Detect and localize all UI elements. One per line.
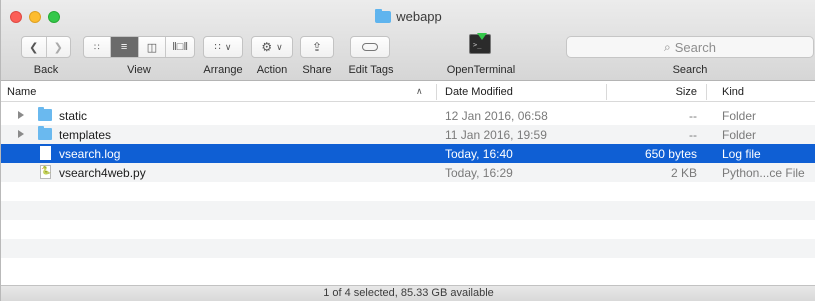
file-date: Today, 16:29: [445, 166, 513, 180]
column-size[interactable]: Size: [676, 86, 697, 98]
column-kind[interactable]: Kind: [722, 86, 744, 98]
file-row-vsearch4web[interactable]: vsearch4web.py Today, 16:29 2 KB Python.…: [1, 163, 815, 182]
gear-icon: ⚙: [261, 40, 273, 54]
column-name[interactable]: Name: [7, 86, 36, 98]
view-control: ∷ ≡ ◫ ‖□‖: [83, 36, 195, 58]
chevron-down-icon: ∨: [276, 41, 283, 52]
tag-icon: [362, 43, 378, 51]
file-kind: Python...ce File: [722, 166, 805, 180]
empty-row: [1, 239, 815, 258]
finder-window: webapp ❮ ❯ Back ∷ ≡ ◫ ‖□‖ View ∷ ∨ Arrang…: [0, 0, 815, 301]
file-date: 12 Jan 2016, 06:58: [445, 109, 548, 123]
search-field[interactable]: ⌕ Search: [566, 36, 814, 58]
folder-icon: [38, 107, 52, 121]
arrange-icon: ∷: [214, 41, 221, 53]
file-name: vsearch.log: [59, 147, 121, 161]
column-divider[interactable]: [606, 84, 607, 100]
column-divider[interactable]: [706, 84, 707, 100]
folder-icon: [375, 9, 392, 23]
file-name: templates: [59, 128, 112, 142]
grid-icon: ∷: [94, 41, 100, 52]
terminal-icon[interactable]: >_: [469, 33, 491, 54]
file-size: --: [689, 109, 697, 123]
file-size: --: [689, 128, 697, 142]
arrange-button[interactable]: ∷ ∨: [203, 36, 243, 58]
columns-icon: ◫: [146, 41, 158, 54]
share-label: Share: [302, 64, 332, 76]
status-text: 1 of 4 selected, 85.33 GB available: [323, 287, 494, 299]
empty-row: [1, 182, 815, 201]
edit-tags-label: Edit Tags: [348, 64, 394, 76]
file-name: vsearch4web.py: [59, 166, 146, 180]
column-header: Name ∧ Date Modified Size Kind: [1, 82, 815, 102]
folder-icon: [38, 126, 52, 140]
open-terminal-label: OpenTerminal: [446, 64, 516, 76]
back-label: Back: [33, 64, 59, 76]
file-size: 2 KB: [670, 166, 697, 180]
action-button[interactable]: ⚙ ∨: [251, 36, 293, 58]
forward-button[interactable]: ❯: [47, 37, 71, 57]
view-label: View: [127, 64, 151, 76]
disclosure-triangle-icon[interactable]: [18, 111, 24, 119]
chevron-left-icon: ❮: [29, 41, 39, 54]
file-kind: Log file: [722, 147, 761, 161]
icon-view-button[interactable]: ∷: [84, 37, 111, 57]
column-view-button[interactable]: ◫: [139, 37, 167, 57]
file-size: 650 bytes: [644, 147, 697, 161]
search-icon: ⌕: [664, 39, 671, 54]
file-kind: Folder: [722, 109, 757, 123]
document-icon: [40, 146, 51, 160]
python-file-icon: [40, 165, 51, 179]
edit-tags-button[interactable]: [350, 36, 390, 58]
search-label: Search: [672, 64, 708, 76]
share-button[interactable]: ⇪: [300, 36, 334, 58]
window-title-text: webapp: [396, 9, 442, 24]
share-icon: ⇪: [311, 40, 323, 54]
empty-row: [1, 258, 815, 277]
cover-flow-button[interactable]: ‖□‖: [166, 37, 194, 57]
list-icon: ≡: [120, 41, 128, 53]
file-row-vsearch-log[interactable]: vsearch.log Today, 16:40 650 bytes Log f…: [1, 144, 815, 163]
cover-flow-icon: ‖□‖: [172, 41, 188, 53]
back-button[interactable]: ❮: [22, 37, 47, 57]
chevron-right-icon: ❯: [53, 41, 63, 54]
empty-row: [1, 220, 815, 239]
column-divider[interactable]: [436, 84, 437, 100]
action-label: Action: [256, 64, 288, 76]
list-view-button[interactable]: ≡: [110, 37, 139, 57]
search-placeholder: Search: [674, 39, 716, 55]
back-forward-control: ❮ ❯: [21, 36, 71, 58]
disclosure-triangle-icon[interactable]: [18, 130, 24, 138]
sort-ascending-icon: ∧: [416, 86, 423, 96]
status-bar: 1 of 4 selected, 85.33 GB available: [1, 285, 815, 301]
window-title: webapp: [1, 9, 815, 24]
file-name: static: [59, 109, 88, 123]
arrange-label: Arrange: [203, 64, 243, 76]
toolbar: webapp ❮ ❯ Back ∷ ≡ ◫ ‖□‖ View ∷ ∨ Arrang…: [1, 0, 815, 81]
file-list: static 12 Jan 2016, 06:58 -- Folder temp…: [1, 106, 815, 277]
file-date: 11 Jan 2016, 19:59: [445, 128, 547, 142]
file-kind: Folder: [722, 128, 757, 142]
file-row-templates[interactable]: templates 11 Jan 2016, 19:59 -- Folder: [1, 125, 815, 144]
file-row-static[interactable]: static 12 Jan 2016, 06:58 -- Folder: [1, 106, 815, 125]
chevron-down-icon: ∨: [224, 41, 232, 52]
empty-row: [1, 201, 815, 220]
file-date: Today, 16:40: [445, 147, 513, 161]
column-date-modified[interactable]: Date Modified: [445, 86, 513, 98]
